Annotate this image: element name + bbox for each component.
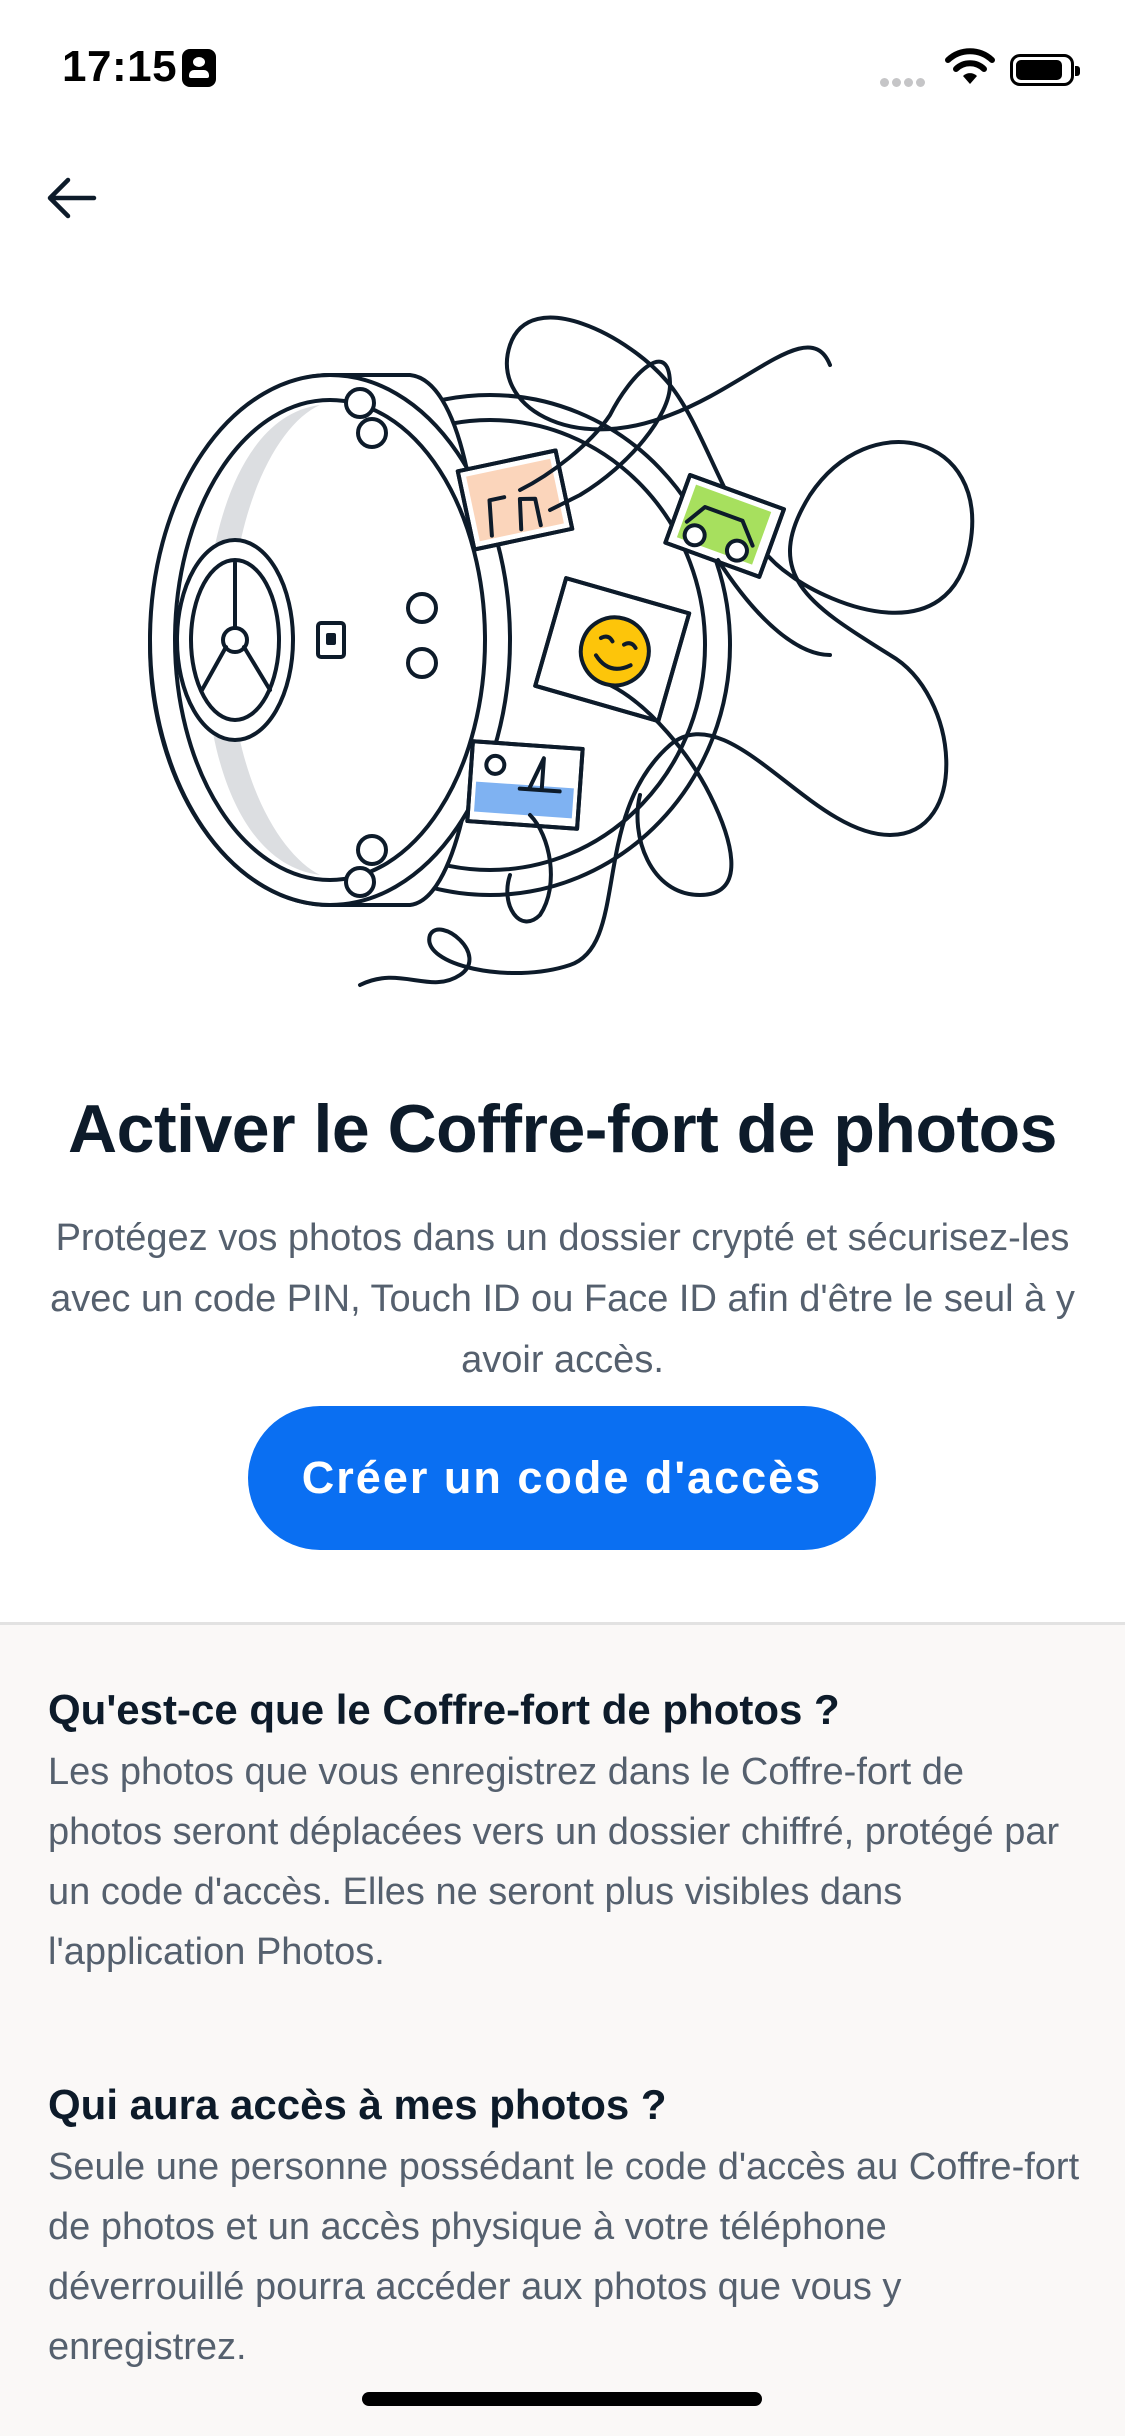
arrow-left-icon <box>47 177 97 219</box>
faq-answer: Les photos que vous enregistrez dans le … <box>48 1751 1060 1973</box>
contact-badge-icon <box>182 49 216 87</box>
cellular-signal-icon <box>880 74 934 87</box>
home-indicator[interactable] <box>362 2392 762 2406</box>
faq-question: Qui aura accès à mes photos ? <box>48 2081 667 2128</box>
status-time: 17:15 <box>62 42 178 91</box>
faq-item: Qu'est-ce que le Coffre-fort de photos ?… <box>48 1680 1088 1982</box>
faq-answer: Seule une personne possédant le code d'a… <box>48 2146 1080 2368</box>
status-bar: 17:15 <box>0 0 1125 140</box>
page-title: Activer le Coffre-fort de photos <box>68 1091 1057 1167</box>
back-button[interactable] <box>40 166 104 230</box>
photo-vault-safe-illustration <box>148 315 975 987</box>
faq-question: Qu'est-ce que le Coffre-fort de photos ? <box>48 1686 840 1733</box>
page-description: Protégez vos photos dans un dossier cryp… <box>50 1217 1075 1381</box>
faq-section: Qu'est-ce que le Coffre-fort de photos ?… <box>0 1622 1125 2436</box>
create-passcode-button[interactable]: Créer un code d'accès <box>248 1406 876 1550</box>
battery-icon <box>1010 54 1080 86</box>
faq-item: Qui aura accès à mes photos ? Seule une … <box>48 2075 1088 2377</box>
wifi-icon <box>945 48 995 84</box>
